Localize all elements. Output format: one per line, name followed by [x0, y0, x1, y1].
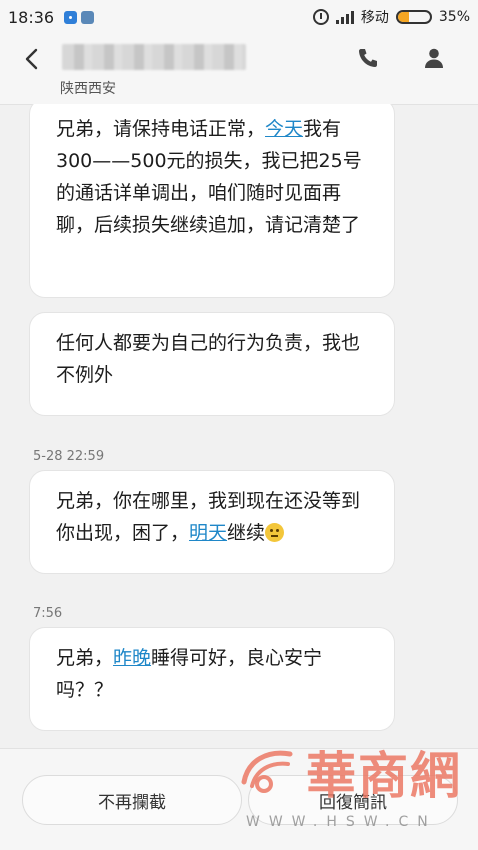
signal-icon	[335, 10, 354, 24]
confused-face-emoji-icon	[265, 523, 285, 542]
battery-icon	[395, 10, 432, 24]
contact-profile-icon[interactable]	[422, 46, 446, 70]
message-text: 兄弟，请保持电话正常，	[56, 118, 266, 140]
battery-level-fill	[397, 12, 410, 22]
date-link[interactable]: 今天	[265, 118, 303, 140]
message-text: 兄弟，	[56, 647, 114, 669]
alarm-icon	[312, 9, 329, 25]
message-list[interactable]: 兄弟，请保持电话正常，今天我有300——500元的损失，我已把25号的通话详单调…	[0, 104, 478, 748]
status-time: 18:36	[8, 7, 55, 27]
message-bubble[interactable]: 兄弟，昨晚睡得可好，良心安宁吗？？	[29, 627, 395, 731]
contact-location: 陕西西安	[60, 81, 116, 97]
message-timestamp: 7:56	[33, 606, 63, 621]
contact-name-redacted	[62, 44, 246, 70]
date-link[interactable]: 明天	[189, 522, 227, 544]
bottom-action-bar: 不再攔截 回復簡訊	[0, 748, 478, 850]
message-bubble[interactable]: 兄弟，请保持电话正常，今天我有300——500元的损失，我已把25号的通话详单调…	[29, 104, 395, 298]
back-arrow-icon[interactable]	[20, 46, 46, 72]
message-text: 继续	[227, 522, 266, 544]
message-timestamp: 5-28 22:59	[33, 449, 105, 464]
phone-icon[interactable]	[356, 46, 380, 70]
sms-conversation-screen: 18:36 移动 35% 陕西西安 兄弟，请保持电话正常，今天我有300——50…	[0, 0, 478, 850]
message-notification-icon	[81, 10, 95, 24]
date-link[interactable]: 昨晚	[113, 647, 151, 669]
status-indicators: 移动 35%	[312, 7, 470, 27]
carrier-name: 移动	[360, 10, 389, 26]
unblock-button[interactable]: 不再攔截	[22, 775, 242, 825]
conversation-header: 陕西西安	[0, 34, 478, 105]
message-text: 任何人都要为自己的行为负责，我也不例外	[56, 332, 361, 386]
app-notification-icon	[64, 10, 78, 24]
reply-sms-button[interactable]: 回復簡訊	[248, 775, 458, 825]
message-bubble[interactable]: 任何人都要为自己的行为负责，我也不例外	[29, 312, 395, 416]
message-bubble[interactable]: 兄弟，你在哪里，我到现在还没等到你出现，困了，明天继续	[29, 470, 395, 574]
status-bar: 18:36 移动 35%	[0, 0, 478, 34]
battery-percent: 35%	[438, 9, 470, 25]
